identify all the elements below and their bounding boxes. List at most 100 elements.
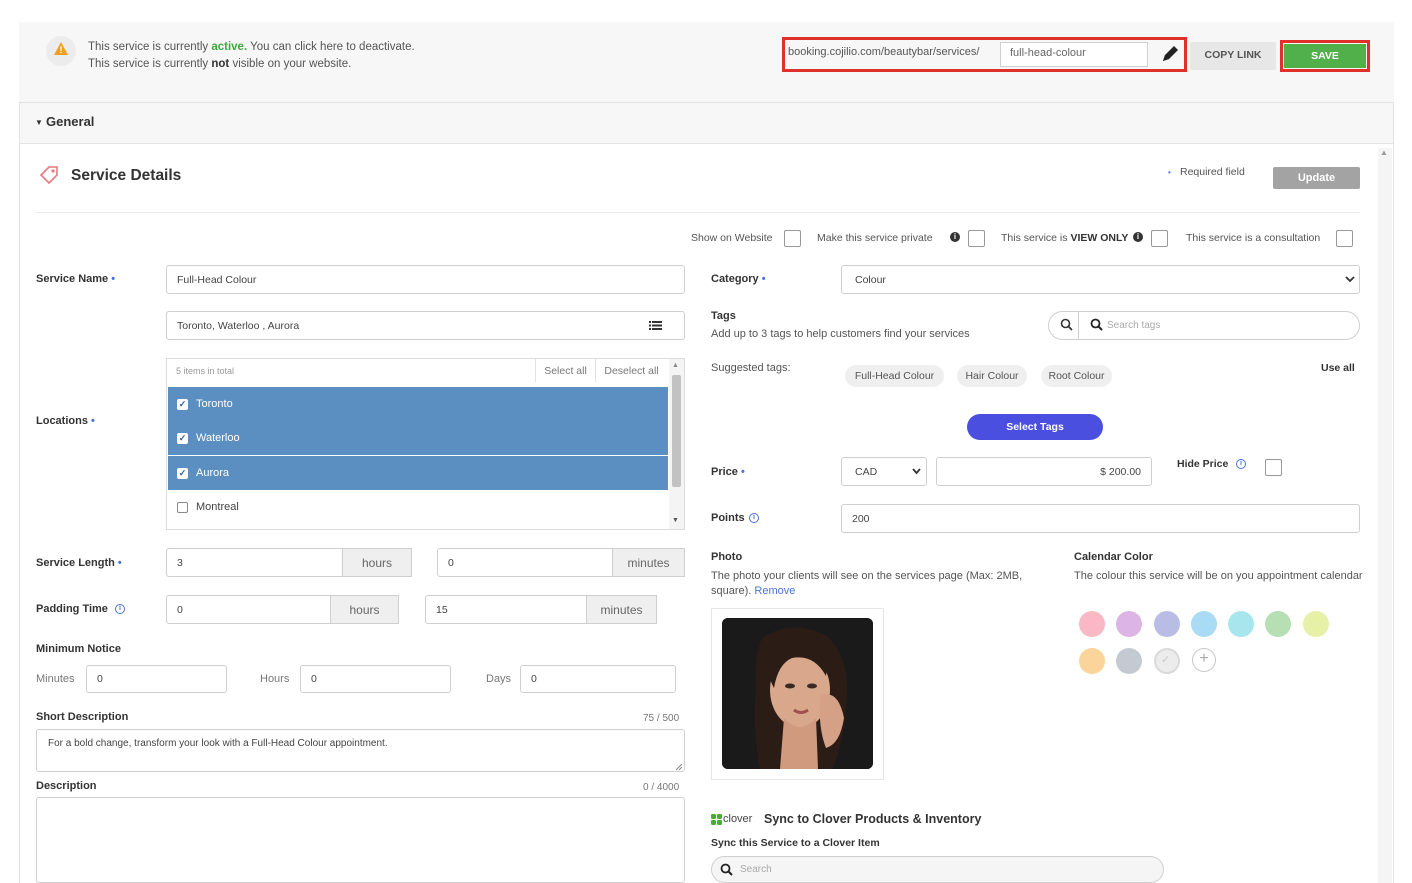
- color-swatch[interactable]: [1303, 611, 1329, 637]
- locations-list[interactable]: 5 items in total Select all Deselect all…: [166, 358, 685, 530]
- padding-hours-input[interactable]: 0: [166, 595, 331, 624]
- divider: [36, 212, 1360, 213]
- scroll-up-icon[interactable]: ▲: [1380, 148, 1388, 157]
- checkbox-checked[interactable]: ✓: [177, 467, 188, 479]
- hide-price-checkbox[interactable]: [1265, 459, 1282, 476]
- page-scrollbar[interactable]: [1378, 148, 1392, 883]
- hide-price-label: Hide Price: [1177, 458, 1229, 470]
- info-icon[interactable]: i: [1133, 232, 1143, 242]
- update-button[interactable]: Update: [1273, 167, 1360, 189]
- color-swatch[interactable]: [1191, 611, 1217, 637]
- minutes-addon: minutes: [612, 548, 685, 577]
- category-select[interactable]: Colour: [841, 265, 1360, 294]
- price-input[interactable]: $ 200.00: [936, 457, 1152, 486]
- service-photo[interactable]: [722, 618, 873, 769]
- chevron-down-icon[interactable]: [1344, 274, 1356, 284]
- color-swatch[interactable]: [1116, 648, 1142, 674]
- checkbox-checked[interactable]: ✓: [177, 432, 188, 444]
- checkbox-unchecked[interactable]: [177, 501, 188, 513]
- required-bullet: •: [1168, 168, 1171, 177]
- color-swatch[interactable]: [1116, 611, 1142, 637]
- search-divider: [1078, 311, 1079, 340]
- suggested-tag[interactable]: Full-Head Colour: [845, 365, 944, 387]
- add-color-icon[interactable]: +: [1192, 648, 1216, 672]
- color-swatch[interactable]: [1228, 611, 1254, 637]
- show-on-website-checkbox[interactable]: [784, 230, 801, 247]
- service-name-input[interactable]: Full-Head Colour: [166, 265, 685, 294]
- status-text: This service is currently: [88, 41, 209, 53]
- section-title[interactable]: General: [46, 114, 94, 129]
- points-label: Points: [711, 512, 745, 524]
- description-label: Description: [36, 780, 97, 792]
- chevron-down-icon[interactable]: [911, 466, 922, 476]
- status-message-visibility: This service is currently not visible on…: [88, 58, 351, 70]
- required-mark: •: [111, 273, 116, 285]
- location-name: Aurora: [196, 467, 230, 479]
- price-label-text: Price: [711, 466, 738, 478]
- color-swatch[interactable]: [1079, 648, 1105, 674]
- service-length-hours-input[interactable]: 3: [166, 548, 343, 577]
- scroll-up-icon[interactable]: ▲: [672, 362, 679, 369]
- required-mark: •: [117, 557, 122, 569]
- list-scroll-thumb[interactable]: [672, 375, 681, 487]
- pencil-icon[interactable]: [1158, 42, 1182, 66]
- clover-search-input[interactable]: Search: [711, 856, 1164, 883]
- description-counter: 0 / 4000: [643, 782, 680, 793]
- notice-hours-input[interactable]: 0: [300, 665, 451, 693]
- caret-down-icon[interactable]: ▼: [35, 118, 43, 127]
- locations-select[interactable]: Toronto, Waterloo , Aurora: [166, 311, 685, 340]
- warning-exclamation: !: [59, 45, 63, 55]
- url-slug-value: full-head-colour: [1010, 47, 1086, 59]
- list-icon[interactable]: [649, 321, 662, 330]
- service-name-label-text: Service Name: [36, 273, 109, 285]
- location-item-toronto[interactable]: ✓ Toronto: [168, 387, 668, 421]
- general-section-header[interactable]: [19, 102, 1394, 144]
- resize-handle-icon[interactable]: [675, 762, 683, 771]
- required-mark: •: [761, 273, 766, 285]
- padding-minutes-input[interactable]: 15: [425, 595, 587, 624]
- locations-selected-text: Toronto, Waterloo , Aurora: [177, 319, 300, 332]
- show-on-website-label: Show on Website: [691, 232, 773, 244]
- private-checkbox[interactable]: [968, 230, 985, 247]
- save-button[interactable]: SAVE: [1284, 44, 1366, 68]
- color-swatch[interactable]: [1265, 611, 1291, 637]
- suggested-tag[interactable]: Hair Colour: [957, 365, 1027, 387]
- info-icon[interactable]: i: [115, 604, 125, 614]
- color-swatch[interactable]: [1079, 611, 1105, 637]
- location-item-waterloo[interactable]: ✓ Waterloo: [168, 421, 668, 455]
- suggested-tag[interactable]: Root Colour: [1041, 365, 1112, 387]
- copy-link-button[interactable]: COPY LINK: [1190, 42, 1276, 70]
- info-icon[interactable]: i: [749, 513, 759, 523]
- location-item-aurora[interactable]: ✓ Aurora: [168, 456, 668, 490]
- location-name: Montreal: [196, 501, 239, 513]
- category-label-text: Category: [711, 273, 759, 285]
- use-all-link[interactable]: Use all: [1321, 362, 1355, 374]
- calendar-color-help: The colour this service will be on you a…: [1074, 570, 1363, 582]
- location-item-montreal[interactable]: Montreal: [168, 490, 668, 524]
- remove-photo-link[interactable]: Remove: [754, 585, 795, 597]
- consultation-checkbox[interactable]: [1336, 230, 1353, 247]
- private-label: Make this service private: [817, 232, 933, 244]
- info-icon[interactable]: i: [950, 232, 960, 242]
- description-textarea[interactable]: [36, 797, 685, 883]
- service-details-title: Service Details: [71, 167, 182, 184]
- status-message-active[interactable]: This service is currently active. You ca…: [88, 41, 415, 53]
- photo-label: Photo: [711, 551, 743, 563]
- notice-minutes-input[interactable]: 0: [86, 665, 227, 693]
- photo-help: The photo your clients will see on the s…: [711, 569, 1051, 599]
- scroll-down-icon[interactable]: ▼: [672, 517, 679, 524]
- search-icon: [1090, 318, 1103, 331]
- points-input[interactable]: 200: [841, 504, 1360, 533]
- color-swatch[interactable]: [1154, 611, 1180, 637]
- short-description-textarea[interactable]: For a bold change, transform your look w…: [36, 729, 685, 772]
- select-all-button[interactable]: Select all: [535, 359, 595, 382]
- view-only-checkbox[interactable]: [1151, 230, 1168, 247]
- select-tags-button[interactable]: Select Tags: [967, 414, 1103, 440]
- service-length-minutes-input[interactable]: 0: [437, 548, 613, 577]
- info-icon[interactable]: i: [1236, 459, 1246, 469]
- deselect-all-button[interactable]: Deselect all: [595, 359, 667, 382]
- notice-days-input[interactable]: 0: [520, 665, 676, 693]
- deactivate-link[interactable]: You can click here to deactivate.: [250, 41, 415, 53]
- checkbox-checked[interactable]: ✓: [177, 398, 188, 410]
- clover-logo-text: clover: [723, 813, 753, 825]
